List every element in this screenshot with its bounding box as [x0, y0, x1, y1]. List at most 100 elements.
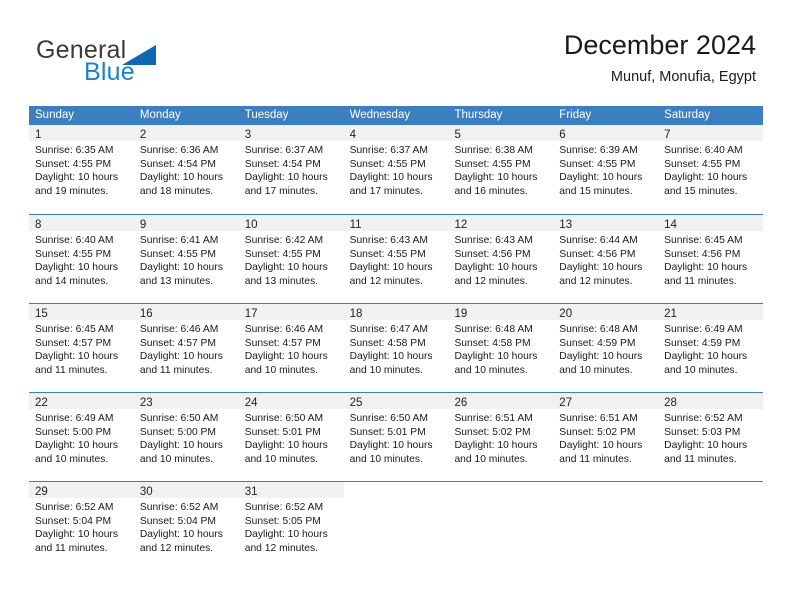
- day-number-band: 27: [553, 393, 659, 409]
- day-number-band: 25: [343, 393, 449, 409]
- daylight-text-line2: and 12 minutes.: [349, 275, 423, 287]
- day-cell[interactable]: 14 Sunrise: 6:45 AM Sunset: 4:56 PM Dayl…: [658, 215, 764, 303]
- daylight-text-line1: Daylight: 10 hours: [664, 440, 748, 452]
- day-cell[interactable]: 17 Sunrise: 6:46 AM Sunset: 4:57 PM Dayl…: [238, 304, 344, 392]
- daylight-text-line2: and 12 minutes.: [244, 542, 318, 554]
- day-info: Sunrise: 6:45 AM Sunset: 4:56 PM Dayligh…: [658, 231, 763, 288]
- day-cell[interactable]: 18 Sunrise: 6:47 AM Sunset: 4:58 PM Dayl…: [343, 304, 449, 392]
- weekday-header-row: Sunday Monday Tuesday Wednesday Thursday…: [29, 106, 763, 125]
- day-cell-empty: [344, 482, 449, 570]
- day-cell[interactable]: 9 Sunrise: 6:41 AM Sunset: 4:55 PM Dayli…: [133, 215, 239, 303]
- daylight-text-line1: Daylight: 10 hours: [35, 172, 118, 184]
- general-blue-logo[interactable]: General Blue: [36, 36, 216, 88]
- day-cell[interactable]: 21 Sunrise: 6:49 AM Sunset: 4:59 PM Dayl…: [658, 304, 764, 392]
- daylight-text-line1: Daylight: 10 hours: [559, 262, 643, 274]
- sunset-text: Sunset: 5:01 PM: [244, 426, 321, 438]
- day-cell[interactable]: 28 Sunrise: 6:52 AM Sunset: 5:03 PM Dayl…: [658, 393, 764, 481]
- daylight-text-line1: Daylight: 10 hours: [35, 262, 118, 274]
- sunset-text: Sunset: 5:02 PM: [454, 426, 531, 438]
- daylight-text-line2: and 11 minutes.: [139, 364, 213, 376]
- week-row: 22 Sunrise: 6:49 AM Sunset: 5:00 PM Dayl…: [29, 392, 764, 481]
- day-number-band: 16: [133, 304, 239, 320]
- day-number-band: 17: [238, 304, 344, 320]
- daylight-text-line1: Daylight: 10 hours: [454, 262, 538, 274]
- sunrise-text: Sunrise: 6:46 AM: [139, 324, 219, 335]
- day-info: Sunrise: 6:50 AM Sunset: 5:01 PM Dayligh…: [239, 409, 344, 466]
- day-number: 24: [244, 397, 258, 409]
- day-cell[interactable]: 8 Sunrise: 6:40 AM Sunset: 4:55 PM Dayli…: [29, 215, 134, 303]
- day-number-band: 21: [658, 304, 764, 320]
- day-info: Sunrise: 6:48 AM Sunset: 4:58 PM Dayligh…: [448, 320, 553, 377]
- sunset-text: Sunset: 4:55 PM: [559, 158, 636, 170]
- sunset-text: Sunset: 5:04 PM: [35, 515, 112, 527]
- day-cell[interactable]: 27 Sunrise: 6:51 AM Sunset: 5:02 PM Dayl…: [553, 393, 659, 481]
- day-number: 21: [664, 308, 677, 320]
- day-number: 5: [454, 129, 461, 141]
- daylight-text-line1: Daylight: 10 hours: [35, 440, 118, 452]
- page-subtitle: Munuf, Monufia, Egypt: [610, 69, 756, 85]
- daylight-text-line1: Daylight: 10 hours: [244, 529, 328, 541]
- day-cell[interactable]: 5 Sunrise: 6:38 AM Sunset: 4:55 PM Dayli…: [448, 125, 554, 214]
- day-number: 29: [35, 486, 48, 498]
- daylight-text-line1: Daylight: 10 hours: [35, 529, 118, 541]
- daylight-text-line1: Daylight: 10 hours: [244, 262, 328, 274]
- day-cell[interactable]: 31 Sunrise: 6:52 AM Sunset: 5:05 PM Dayl…: [238, 482, 344, 570]
- day-cell[interactable]: 25 Sunrise: 6:50 AM Sunset: 5:01 PM Dayl…: [343, 393, 449, 481]
- day-cell[interactable]: 15 Sunrise: 6:45 AM Sunset: 4:57 PM Dayl…: [29, 304, 134, 392]
- day-cell[interactable]: 10 Sunrise: 6:42 AM Sunset: 4:55 PM Dayl…: [238, 215, 344, 303]
- day-cell[interactable]: 3 Sunrise: 6:37 AM Sunset: 4:54 PM Dayli…: [238, 125, 344, 214]
- day-cell[interactable]: 7 Sunrise: 6:40 AM Sunset: 4:55 PM Dayli…: [658, 125, 764, 214]
- sunset-text: Sunset: 5:05 PM: [244, 515, 321, 527]
- day-cell[interactable]: 16 Sunrise: 6:46 AM Sunset: 4:57 PM Dayl…: [133, 304, 239, 392]
- day-cell[interactable]: 2 Sunrise: 6:36 AM Sunset: 4:54 PM Dayli…: [133, 125, 239, 214]
- day-cell[interactable]: 4 Sunrise: 6:37 AM Sunset: 4:55 PM Dayli…: [343, 125, 449, 214]
- day-cell[interactable]: 29 Sunrise: 6:52 AM Sunset: 5:04 PM Dayl…: [29, 482, 134, 570]
- daylight-text-line1: Daylight: 10 hours: [454, 440, 538, 452]
- day-number: 2: [139, 129, 147, 141]
- day-info: Sunrise: 6:46 AM Sunset: 4:57 PM Dayligh…: [134, 320, 239, 377]
- title-block: December 2024 Munuf, Monufia, Egypt: [296, 28, 756, 88]
- day-info: Sunrise: 6:43 AM Sunset: 4:55 PM Dayligh…: [344, 231, 449, 288]
- daylight-text-line2: and 10 minutes.: [139, 453, 214, 465]
- daylight-text-line1: Daylight: 10 hours: [139, 529, 223, 541]
- day-cell[interactable]: 24 Sunrise: 6:50 AM Sunset: 5:01 PM Dayl…: [238, 393, 344, 481]
- day-cell[interactable]: 23 Sunrise: 6:50 AM Sunset: 5:00 PM Dayl…: [133, 393, 239, 481]
- day-cell[interactable]: 30 Sunrise: 6:52 AM Sunset: 5:04 PM Dayl…: [133, 482, 239, 570]
- day-number-band: 6: [553, 125, 659, 141]
- day-cell[interactable]: 20 Sunrise: 6:48 AM Sunset: 4:59 PM Dayl…: [553, 304, 659, 392]
- day-cell[interactable]: 6 Sunrise: 6:39 AM Sunset: 4:55 PM Dayli…: [553, 125, 659, 214]
- daylight-text-line2: and 10 minutes.: [244, 453, 318, 465]
- daylight-text-line1: Daylight: 10 hours: [664, 172, 748, 184]
- day-cell[interactable]: 11 Sunrise: 6:43 AM Sunset: 4:55 PM Dayl…: [343, 215, 449, 303]
- day-cell[interactable]: 13 Sunrise: 6:44 AM Sunset: 4:56 PM Dayl…: [553, 215, 659, 303]
- day-number: 31: [244, 486, 258, 498]
- sunrise-text: Sunrise: 6:50 AM: [139, 413, 219, 424]
- daylight-text-line2: and 11 minutes.: [559, 453, 632, 465]
- day-number: 28: [664, 397, 677, 409]
- daylight-text-line1: Daylight: 10 hours: [454, 172, 538, 184]
- week-row: 8 Sunrise: 6:40 AM Sunset: 4:55 PM Dayli…: [29, 214, 764, 303]
- day-number: 17: [244, 308, 258, 320]
- sunrise-text: Sunrise: 6:41 AM: [139, 235, 219, 246]
- day-cell[interactable]: 12 Sunrise: 6:43 AM Sunset: 4:56 PM Dayl…: [448, 215, 554, 303]
- day-cell[interactable]: 19 Sunrise: 6:48 AM Sunset: 4:58 PM Dayl…: [448, 304, 554, 392]
- day-cell[interactable]: 22 Sunrise: 6:49 AM Sunset: 5:00 PM Dayl…: [29, 393, 134, 481]
- sunset-text: Sunset: 4:58 PM: [454, 337, 531, 349]
- sunset-text: Sunset: 4:56 PM: [559, 248, 636, 260]
- sunrise-text: Sunrise: 6:51 AM: [454, 413, 533, 424]
- sunrise-text: Sunrise: 6:35 AM: [35, 145, 114, 156]
- sunrise-text: Sunrise: 6:43 AM: [454, 235, 533, 246]
- day-number-band: [448, 482, 553, 498]
- day-number: 25: [349, 397, 363, 409]
- day-cell[interactable]: 1 Sunrise: 6:35 AM Sunset: 4:55 PM Dayli…: [29, 125, 134, 214]
- day-info: Sunrise: 6:48 AM Sunset: 4:59 PM Dayligh…: [553, 320, 658, 377]
- day-info: Sunrise: 6:40 AM Sunset: 4:55 PM Dayligh…: [658, 141, 763, 198]
- day-info: Sunrise: 6:51 AM Sunset: 5:02 PM Dayligh…: [553, 409, 658, 466]
- day-number-band: 31: [238, 482, 344, 498]
- sunrise-text: Sunrise: 6:45 AM: [664, 235, 743, 246]
- sunset-text: Sunset: 5:00 PM: [35, 426, 112, 438]
- day-number: 18: [349, 308, 363, 320]
- day-cell[interactable]: 26 Sunrise: 6:51 AM Sunset: 5:02 PM Dayl…: [448, 393, 554, 481]
- daylight-text-line1: Daylight: 10 hours: [244, 440, 328, 452]
- sunset-text: Sunset: 5:01 PM: [349, 426, 426, 438]
